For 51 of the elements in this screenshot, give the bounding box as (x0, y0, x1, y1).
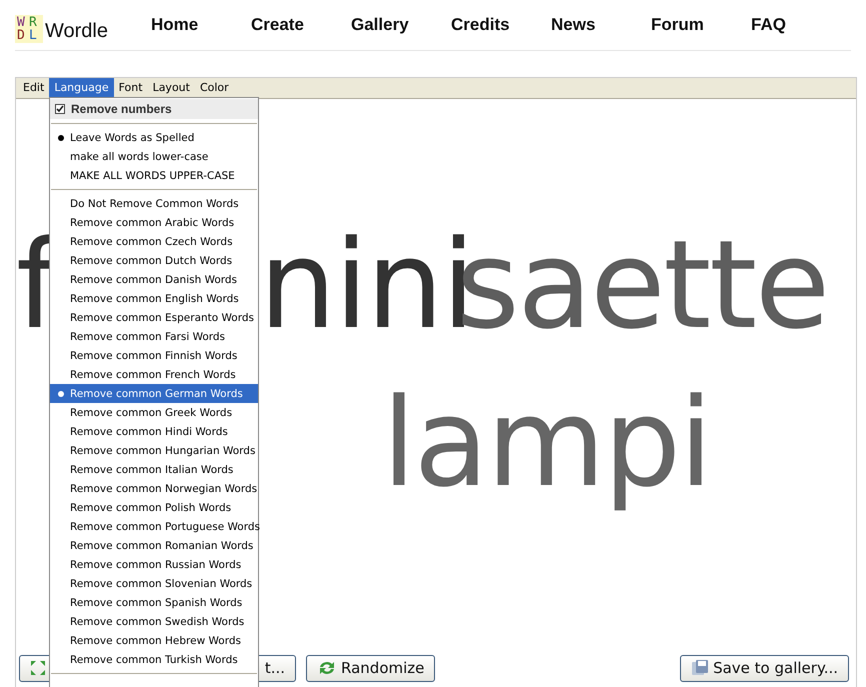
remove-numbers-checkbox[interactable]: Remove numbers (50, 99, 258, 119)
menu-item[interactable]: Remove common Italian Words (50, 460, 258, 479)
menu-item[interactable]: Remove common Finnish Words (50, 346, 258, 365)
menu-item[interactable]: make all words lower-case (50, 147, 258, 166)
menu-item[interactable]: Remove common Farsi Words (50, 327, 258, 346)
nav-link[interactable]: FAQ (751, 15, 851, 35)
logo-text: Wordle (45, 20, 108, 43)
menu-item[interactable]: Remove common French Words (50, 365, 258, 384)
disk-icon (691, 659, 710, 677)
nav-link[interactable]: Forum (651, 15, 751, 35)
menu-item[interactable]: Remove common Czech Words (50, 232, 258, 251)
menu-item[interactable]: Remove common German Words (50, 384, 258, 403)
menu-item[interactable]: Remove common Dutch Words (50, 251, 258, 270)
menu-title[interactable]: Edit (18, 78, 50, 98)
menu-item[interactable]: Remove common Spanish Words (50, 593, 258, 612)
menu-item[interactable]: Remove common Norwegian Words (50, 479, 258, 498)
logo-icon: W R D L (15, 15, 43, 43)
randomize-button[interactable]: Randomize (306, 654, 436, 682)
menu-item[interactable]: Remove common Hindi Words (50, 422, 258, 441)
refresh-arrows-icon (317, 659, 337, 677)
menu-item[interactable]: Remove common Arabic Words (50, 213, 258, 232)
menu-title[interactable]: Language (49, 78, 114, 98)
menu-item[interactable]: Remove common Greek Words (50, 403, 258, 422)
menu-item[interactable]: Remove common Polish Words (50, 498, 258, 517)
expand-arrows-icon (30, 660, 46, 676)
menu-item[interactable]: Remove common Esperanto Words (50, 308, 258, 327)
menu-item[interactable]: Remove common Slovenian Words (50, 574, 258, 593)
nav-link[interactable]: Create (251, 15, 351, 35)
checkbox-icon (55, 104, 65, 114)
radio-dot-icon (58, 391, 64, 397)
menu-item[interactable]: Remove common Turkish Words (50, 650, 258, 669)
cloud-word: lampi (382, 371, 711, 516)
nav-link[interactable]: Home (151, 15, 251, 35)
save-button[interactable]: Save to gallery... (680, 654, 849, 682)
menu-item[interactable]: Remove common Swedish Words (50, 612, 258, 631)
menu-item[interactable]: Do Not Remove Common Words (50, 194, 258, 213)
menu-item[interactable]: Remove common Portuguese Words (50, 517, 258, 536)
menu-title[interactable]: Font (114, 78, 148, 98)
menu-item[interactable]: Remove common Russian Words (50, 555, 258, 574)
menu-item[interactable]: Leave Words as Spelled (50, 128, 258, 147)
menu-item[interactable]: Remove common Danish Words (50, 270, 258, 289)
nav-link[interactable]: News (551, 15, 651, 35)
menu-title[interactable]: Color (194, 78, 234, 98)
nav-link[interactable]: Credits (451, 15, 551, 35)
menu-item[interactable]: MAKE ALL WORDS UPPER-CASE (50, 166, 258, 185)
menu-item[interactable]: Remove common Hungarian Words (50, 441, 258, 460)
menu-item[interactable]: Remove common Romanian Words (50, 536, 258, 555)
nav-link[interactable]: Gallery (351, 15, 451, 35)
menu-item[interactable]: Remove common English Words (50, 289, 258, 308)
menu-item[interactable]: Remove common Hebrew Words (50, 631, 258, 650)
menu-title[interactable]: Layout (148, 78, 195, 98)
